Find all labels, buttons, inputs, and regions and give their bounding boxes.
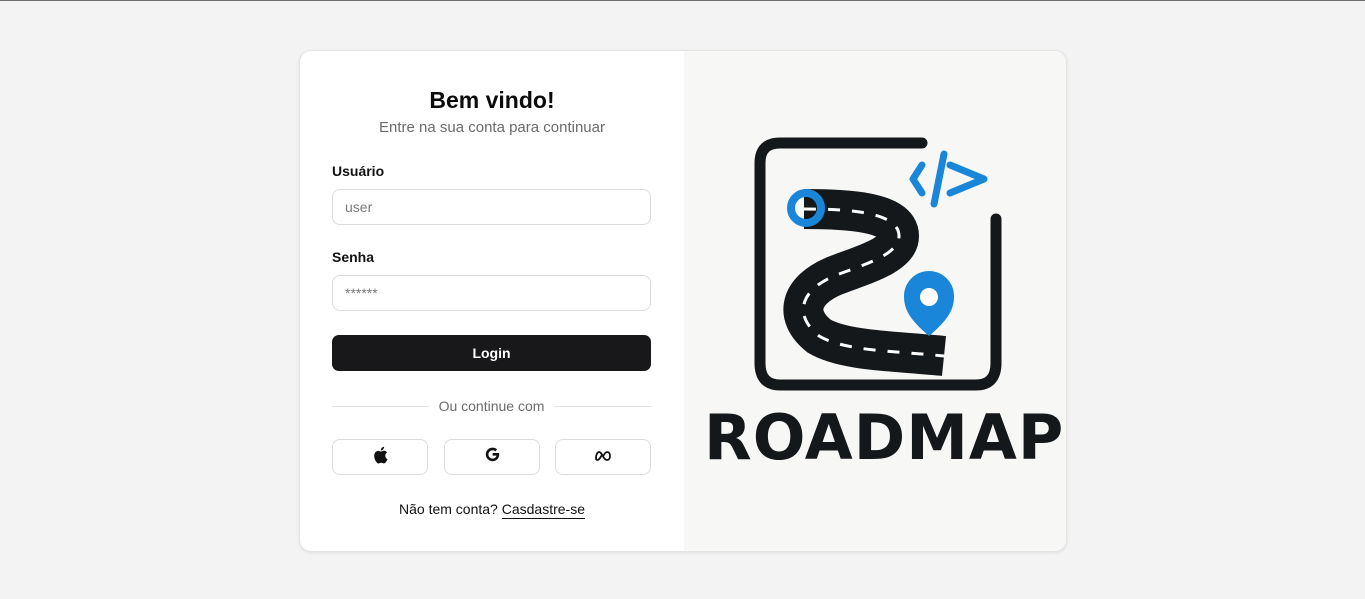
signup-prompt: Não tem conta? Casdastre-se <box>300 501 684 519</box>
divider-text: Ou continue com <box>438 398 545 414</box>
apple-login-button[interactable] <box>332 439 428 475</box>
password-label: Senha <box>332 249 375 265</box>
roadmap-logo-icon <box>754 137 1002 391</box>
signup-link[interactable]: Casdastre-se <box>501 501 585 519</box>
meta-icon <box>594 448 612 466</box>
username-label: Usuário <box>332 163 385 179</box>
brand-wordmark: ROADMAP <box>704 401 1065 474</box>
window-top-border <box>0 0 1365 1</box>
username-input[interactable] <box>332 189 651 225</box>
divider: Ou continue com <box>332 396 651 416</box>
signup-prompt-text: Não tem conta? <box>399 501 498 517</box>
divider-line-right <box>554 405 651 407</box>
page-title: Bem vindo! <box>429 87 555 113</box>
google-icon <box>484 446 501 468</box>
apple-icon <box>372 446 388 469</box>
password-input[interactable] <box>332 275 651 311</box>
divider-line-left <box>332 405 429 407</box>
meta-login-button[interactable] <box>555 439 651 475</box>
login-button[interactable]: Login <box>332 335 651 371</box>
login-card: Bem vindo! Entre na sua conta para conti… <box>299 50 1067 552</box>
google-login-button[interactable] <box>444 439 540 475</box>
login-form-pane: Bem vindo! Entre na sua conta para conti… <box>300 51 684 551</box>
brand-panel: ROADMAP <box>684 51 1066 551</box>
page-subtitle: Entre na sua conta para continuar <box>379 119 605 136</box>
